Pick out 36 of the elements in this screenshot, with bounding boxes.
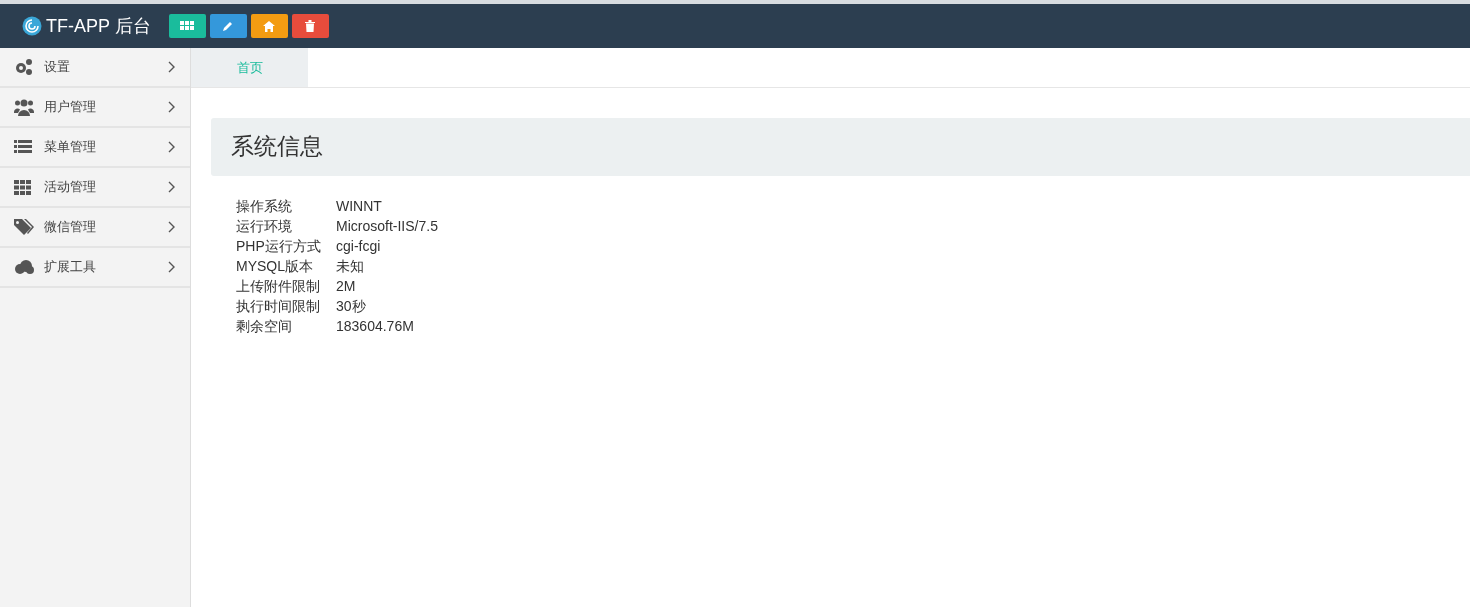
info-value: 2M bbox=[336, 278, 356, 294]
trash-icon bbox=[305, 20, 316, 32]
app-title: TF-APP 后台 bbox=[46, 14, 151, 38]
info-label: MYSQL版本 bbox=[236, 257, 314, 276]
home-button[interactable] bbox=[250, 14, 288, 38]
sidebar-item-label: 扩展工具 bbox=[44, 258, 97, 277]
home-icon bbox=[263, 20, 276, 32]
trash-button[interactable] bbox=[291, 14, 329, 38]
logo-icon bbox=[22, 16, 42, 36]
grid-icon bbox=[14, 179, 31, 195]
grid-icon bbox=[180, 21, 195, 31]
info-value: 30秒 bbox=[336, 298, 366, 314]
info-label: 上传附件限制 bbox=[236, 277, 321, 296]
sidebar-item-label: 微信管理 bbox=[44, 218, 97, 237]
sidebar-item-label: 菜单管理 bbox=[44, 138, 97, 157]
tag-icon bbox=[14, 219, 34, 235]
list-icon bbox=[14, 140, 32, 154]
sidebar-item-label: 活动管理 bbox=[44, 178, 97, 197]
grid-button[interactable] bbox=[168, 14, 206, 38]
sidebar-item-label: 用户管理 bbox=[44, 98, 97, 117]
info-value: WINNT bbox=[336, 198, 382, 214]
info-value: 183604.76M bbox=[336, 318, 414, 334]
info-value: 未知 bbox=[336, 258, 364, 274]
sidebar-item-label: 设置 bbox=[44, 58, 71, 77]
info-value: cgi-fcgi bbox=[336, 238, 381, 254]
info-label: 执行时间限制 bbox=[236, 297, 321, 316]
cloud-icon bbox=[14, 260, 34, 274]
pencil-icon bbox=[222, 20, 235, 32]
info-label: 运行环境 bbox=[236, 217, 293, 236]
info-label: 操作系统 bbox=[236, 197, 293, 216]
users-icon bbox=[14, 98, 34, 116]
info-label: 剩余空间 bbox=[236, 317, 293, 336]
pencil-button[interactable] bbox=[209, 14, 247, 38]
panel-title: 系统信息 bbox=[231, 133, 323, 161]
info-label: PHP运行方式 bbox=[236, 237, 322, 256]
info-value: Microsoft-IIS/7.5 bbox=[336, 218, 438, 234]
